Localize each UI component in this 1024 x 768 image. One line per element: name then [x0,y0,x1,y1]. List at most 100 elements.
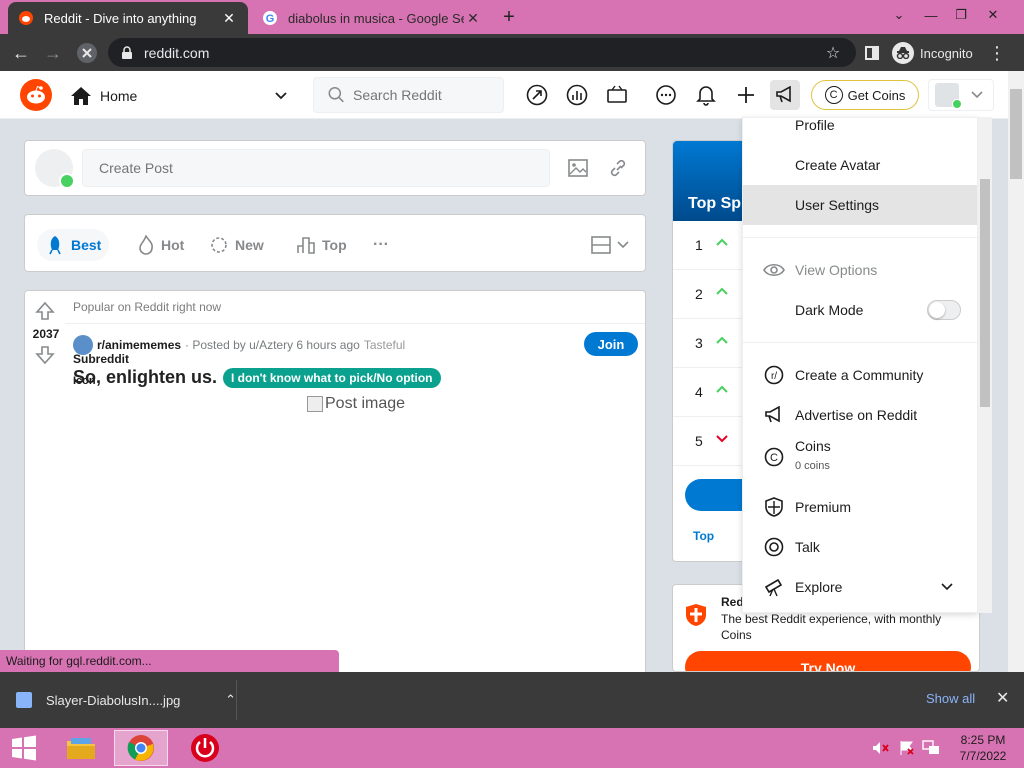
svg-text:r/: r/ [771,371,777,382]
join-button[interactable]: Join [584,332,638,356]
create-post-plus-icon[interactable] [734,83,758,107]
create-post-input[interactable] [82,149,550,187]
chat-icon[interactable] [654,83,678,107]
action-center-flag-icon[interactable] [898,740,916,756]
sort-top[interactable]: Top [288,229,355,261]
sort-new[interactable]: New [201,229,272,261]
link-icon[interactable] [607,157,629,179]
dark-mode-toggle[interactable] [927,300,961,320]
menu-item-explore[interactable]: Explore [743,567,977,607]
side-panel-icon[interactable] [859,40,885,66]
top-spaces-title: Top Sp [688,195,742,212]
show-all-link[interactable]: Show all [926,691,975,706]
chrome-taskbar-icon[interactable] [114,730,168,766]
top-link[interactable]: Top [693,529,714,543]
broken-image-icon [307,396,323,412]
chevron-down-icon [971,91,983,99]
status-bar: Waiting for gql.reddit.com... [0,650,339,672]
post-card[interactable]: 2037 Popular on Reddit right now r/anime… [24,290,646,672]
coin-icon: C [824,86,843,104]
incognito-indicator[interactable]: Incognito [892,41,973,65]
download-item[interactable]: Slayer-DiabolusIn....jpg ⌃ [16,686,236,714]
avatar[interactable] [35,149,75,189]
tab-title: diabolus in musica - Google Search [288,10,464,26]
menu-scrollbar[interactable] [978,117,992,613]
all-stats-icon[interactable] [565,83,589,107]
tab-google[interactable]: G diabolus in musica - Google Search ✕ [252,2,492,34]
menu-item-profile[interactable]: Profile [743,118,977,145]
menu-item-create-avatar[interactable]: Create Avatar [743,145,977,185]
menu-heading-view-options: View Options [743,250,977,290]
scrollbar-thumb[interactable] [980,179,990,407]
menu-item-talk[interactable]: Talk [743,527,977,567]
post-image[interactable]: Post image [307,395,405,413]
post-flair[interactable]: I don't know what to pick/No option [223,367,441,388]
forward-icon[interactable]: → [40,40,66,66]
search-input[interactable] [353,87,503,103]
upvote-arrow-icon[interactable] [35,301,55,321]
popular-icon[interactable] [525,83,549,107]
file-explorer-icon[interactable] [54,730,108,766]
reddit-header: Home C Get Coins [0,71,1008,119]
volume-muted-icon[interactable] [872,740,890,756]
restore-icon[interactable]: ❐ [946,4,976,26]
user-menu-button[interactable] [928,79,994,111]
talk-icon [763,536,785,558]
sort-best[interactable]: Best [37,229,110,261]
subreddit-link[interactable]: r/animememes [97,338,181,352]
tab-search-chevron-icon[interactable]: ⌄ [884,4,914,26]
home-dropdown[interactable]: Home [70,81,288,111]
get-coins-button[interactable]: C Get Coins [811,80,919,110]
minimize-icon[interactable]: — [916,4,946,26]
menu-label: Premium [795,499,852,515]
sort-label: Hot [161,237,185,253]
menu-item-coins[interactable]: C Coins 0 coins [743,433,977,481]
power-app-icon[interactable] [178,730,232,766]
vote-count: 2037 [32,327,60,341]
layout-switcher[interactable] [583,229,643,261]
windows-start-icon[interactable] [0,730,48,766]
clock-time: 8:25 PM [960,733,1006,747]
premium-description: The best Reddit experience, with monthly… [721,612,942,642]
notifications-bell-icon[interactable] [694,83,718,107]
menu-item-dark-mode[interactable]: Dark Mode [743,290,977,330]
premium-shield-icon [686,604,706,626]
taskbar-clock[interactable]: 8:25 PM 7/7/2022 [948,732,1018,764]
award-icon[interactable]: Tasteful [364,338,405,352]
try-now-button[interactable]: Try Now [685,651,971,671]
scrollbar-thumb[interactable] [1010,89,1022,179]
menu-label: Create Avatar [795,157,881,173]
network-icon[interactable] [922,740,940,756]
close-window-icon[interactable]: ✕ [978,4,1008,26]
stop-loading-icon[interactable] [74,40,100,66]
new-tab-icon[interactable]: + [498,6,520,28]
browser-menu-icon[interactable]: ⋮ [984,40,1010,66]
close-tab-icon[interactable]: ✕ [220,9,238,27]
post-title[interactable]: So, enlighten us. [73,367,217,388]
advertise-megaphone-icon[interactable] [770,80,800,110]
downvote-arrow-icon[interactable] [35,345,55,365]
chevron-up-icon[interactable]: ⌃ [225,692,236,708]
close-shelf-icon[interactable]: ✕ [996,688,1009,708]
menu-item-premium[interactable]: Premium [743,487,977,527]
search-box[interactable] [313,77,504,113]
sort-hot[interactable]: Hot [129,229,192,261]
page-scrollbar[interactable] [1008,71,1024,672]
video-icon[interactable] [605,83,629,107]
post-title-row: So, enlighten us. I don't know what to p… [73,367,441,388]
community-icon: r/ [763,364,785,386]
close-tab-icon[interactable]: ✕ [464,9,482,27]
menu-item-advertise[interactable]: Advertise on Reddit [743,395,977,435]
address-bar[interactable]: reddit.com [108,38,856,67]
image-upload-icon[interactable] [567,157,589,179]
menu-item-create-community[interactable]: r/ Create a Community [743,355,977,395]
posted-by[interactable]: · Posted by u/Aztery 6 hours ago [185,338,360,352]
sort-label: Best [71,237,102,253]
tab-reddit[interactable]: Reddit - Dive into anything ✕ [8,2,248,34]
more-options-icon[interactable]: ··· [365,229,397,261]
menu-item-user-settings[interactable]: User Settings [743,185,977,225]
reddit-logo-icon[interactable] [20,79,52,111]
chevron-down-icon [941,583,953,591]
back-icon[interactable]: ← [8,40,34,66]
bookmark-star-icon[interactable]: ☆ [820,40,846,66]
